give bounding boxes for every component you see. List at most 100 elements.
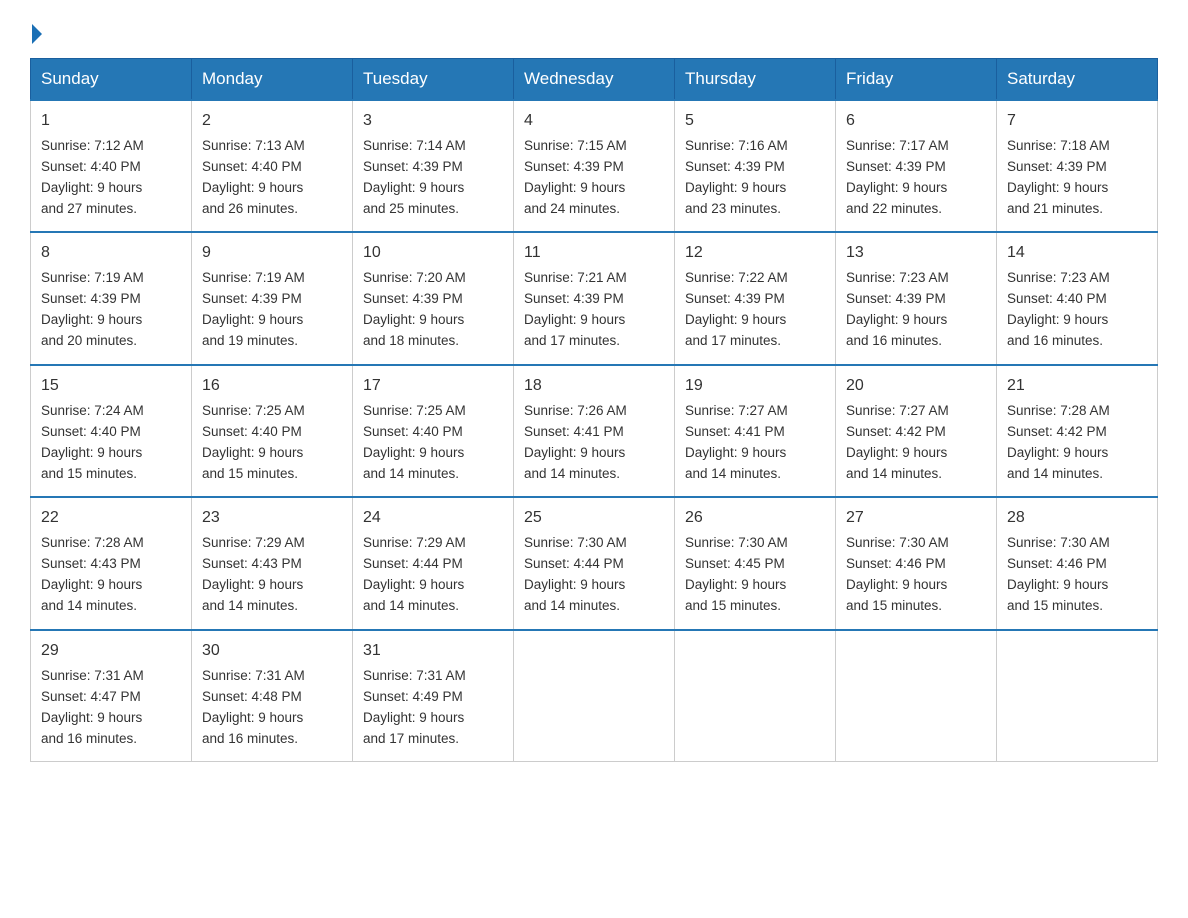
daylight-value: and 14 minutes. — [1007, 466, 1103, 481]
header-monday: Monday — [192, 59, 353, 101]
sunset-label: Sunset: 4:39 PM — [846, 291, 946, 306]
sunrise-label: Sunrise: 7:30 AM — [685, 535, 788, 550]
daylight-value: and 17 minutes. — [685, 333, 781, 348]
header-wednesday: Wednesday — [514, 59, 675, 101]
daylight-label: Daylight: 9 hours — [846, 577, 947, 592]
daylight-value: and 14 minutes. — [363, 598, 459, 613]
day-cell-11: 11Sunrise: 7:21 AMSunset: 4:39 PMDayligh… — [514, 232, 675, 364]
sunrise-label: Sunrise: 7:23 AM — [1007, 270, 1110, 285]
sunrise-label: Sunrise: 7:30 AM — [524, 535, 627, 550]
day-cell-30: 30Sunrise: 7:31 AMSunset: 4:48 PMDayligh… — [192, 630, 353, 762]
day-number: 5 — [685, 109, 825, 134]
day-cell-20: 20Sunrise: 7:27 AMSunset: 4:42 PMDayligh… — [836, 365, 997, 497]
daylight-value: and 15 minutes. — [846, 598, 942, 613]
day-number: 6 — [846, 109, 986, 134]
sunrise-label: Sunrise: 7:27 AM — [685, 403, 788, 418]
days-header-row: SundayMondayTuesdayWednesdayThursdayFrid… — [31, 59, 1158, 101]
day-cell-23: 23Sunrise: 7:29 AMSunset: 4:43 PMDayligh… — [192, 497, 353, 629]
day-number: 10 — [363, 241, 503, 266]
daylight-label: Daylight: 9 hours — [524, 180, 625, 195]
day-cell-29: 29Sunrise: 7:31 AMSunset: 4:47 PMDayligh… — [31, 630, 192, 762]
header-thursday: Thursday — [675, 59, 836, 101]
sunrise-label: Sunrise: 7:23 AM — [846, 270, 949, 285]
day-cell-13: 13 Sunrise: 7:23 AM Sunset: 4:39 PM Dayligh… — [836, 232, 997, 364]
daylight-label: Daylight: 9 hours — [363, 710, 464, 725]
sunset-label: Sunset: 4:39 PM — [524, 159, 624, 174]
day-number: 18 — [524, 374, 664, 399]
daylight-value: and 15 minutes. — [41, 466, 137, 481]
sunset-label: Sunset: 4:41 PM — [524, 424, 624, 439]
sunrise-label: Sunrise: 7:30 AM — [1007, 535, 1110, 550]
day-number: 23 — [202, 506, 342, 531]
daylight-label: Daylight: 9 hours — [363, 577, 464, 592]
sunrise-label: Sunrise: 7:22 AM — [685, 270, 788, 285]
day-number: 1 — [41, 109, 181, 134]
day-number: 29 — [41, 639, 181, 664]
daylight-value: and 27 minutes. — [41, 201, 137, 216]
daylight-label: Daylight: 9 hours — [41, 180, 142, 195]
daylight-label: Daylight: 9 hours — [524, 312, 625, 327]
daylight-label: Daylight: 9 hours — [846, 445, 947, 460]
header-tuesday: Tuesday — [353, 59, 514, 101]
daylight-value: and 25 minutes. — [363, 201, 459, 216]
week-row-4: 22Sunrise: 7:28 AMSunset: 4:43 PMDayligh… — [31, 497, 1158, 629]
daylight-label: Daylight: 9 hours — [41, 710, 142, 725]
day-number: 17 — [363, 374, 503, 399]
sunrise-label: Sunrise: 7:18 AM — [1007, 138, 1110, 153]
daylight-label: Daylight: 9 hours — [202, 312, 303, 327]
sunrise-label: Sunrise: 7:31 AM — [202, 668, 305, 683]
sunset-label: Sunset: 4:42 PM — [846, 424, 946, 439]
sunset-label: Sunset: 4:40 PM — [41, 159, 141, 174]
daylight-value: and 16 minutes. — [846, 333, 942, 348]
daylight-value: and 26 minutes. — [202, 201, 298, 216]
daylight-label: Daylight: 9 hours — [524, 577, 625, 592]
daylight-label: Daylight: 9 hours — [202, 180, 303, 195]
day-cell-28: 28Sunrise: 7:30 AMSunset: 4:46 PMDayligh… — [997, 497, 1158, 629]
day-number: 21 — [1007, 374, 1147, 399]
daylight-label: Daylight: 9 hours — [846, 312, 947, 327]
daylight-label: Daylight: 9 hours — [41, 577, 142, 592]
sunrise-label: Sunrise: 7:19 AM — [41, 270, 144, 285]
day-number: 28 — [1007, 506, 1147, 531]
day-number: 3 — [363, 109, 503, 134]
daylight-label: Daylight: 9 hours — [1007, 180, 1108, 195]
week-row-2: 8Sunrise: 7:19 AMSunset: 4:39 PMDaylight… — [31, 232, 1158, 364]
sunrise-label: Sunrise: 7:21 AM — [524, 270, 627, 285]
day-number: 7 — [1007, 109, 1147, 134]
day-cell-31: 31Sunrise: 7:31 AMSunset: 4:49 PMDayligh… — [353, 630, 514, 762]
daylight-value: and 22 minutes. — [846, 201, 942, 216]
week-row-5: 29Sunrise: 7:31 AMSunset: 4:47 PMDayligh… — [31, 630, 1158, 762]
empty-cell — [675, 630, 836, 762]
day-number: 12 — [685, 241, 825, 266]
sunset-label: Sunset: 4:40 PM — [202, 424, 302, 439]
day-cell-27: 27Sunrise: 7:30 AMSunset: 4:46 PMDayligh… — [836, 497, 997, 629]
day-cell-18: 18 Sunrise: 7:26 AM Sunset: 4:41 PM Dayligh… — [514, 365, 675, 497]
header-friday: Friday — [836, 59, 997, 101]
day-cell-3: 3Sunrise: 7:14 AMSunset: 4:39 PMDaylight… — [353, 100, 514, 232]
day-cell-19: 19Sunrise: 7:27 AMSunset: 4:41 PMDayligh… — [675, 365, 836, 497]
sunset-label: Sunset: 4:44 PM — [363, 556, 463, 571]
sunset-label: Sunset: 4:39 PM — [685, 159, 785, 174]
sunrise-label: Sunrise: 7:20 AM — [363, 270, 466, 285]
header-sunday: Sunday — [31, 59, 192, 101]
day-cell-6: 6Sunrise: 7:17 AMSunset: 4:39 PMDaylight… — [836, 100, 997, 232]
daylight-value: and 14 minutes. — [846, 466, 942, 481]
empty-cell — [997, 630, 1158, 762]
day-number: 13 — [846, 241, 986, 266]
logo — [30, 24, 42, 40]
sunset-label: Sunset: 4:39 PM — [685, 291, 785, 306]
daylight-label: Daylight: 9 hours — [202, 577, 303, 592]
day-cell-2: 2Sunrise: 7:13 AMSunset: 4:40 PMDaylight… — [192, 100, 353, 232]
daylight-label: Daylight: 9 hours — [524, 445, 625, 460]
day-number: 4 — [524, 109, 664, 134]
sunset-label: Sunset: 4:40 PM — [41, 424, 141, 439]
daylight-value: and 17 minutes. — [363, 731, 459, 746]
sunrise-label: Sunrise: 7:31 AM — [41, 668, 144, 683]
empty-cell — [836, 630, 997, 762]
sunrise-label: Sunrise: 7:15 AM — [524, 138, 627, 153]
daylight-label: Daylight: 9 hours — [846, 180, 947, 195]
sunset-label: Sunset: 4:40 PM — [202, 159, 302, 174]
calendar-table: SundayMondayTuesdayWednesdayThursdayFrid… — [30, 58, 1158, 762]
sunset-label: Sunset: 4:45 PM — [685, 556, 785, 571]
sunrise-label: Sunrise: 7:26 AM — [524, 403, 627, 418]
